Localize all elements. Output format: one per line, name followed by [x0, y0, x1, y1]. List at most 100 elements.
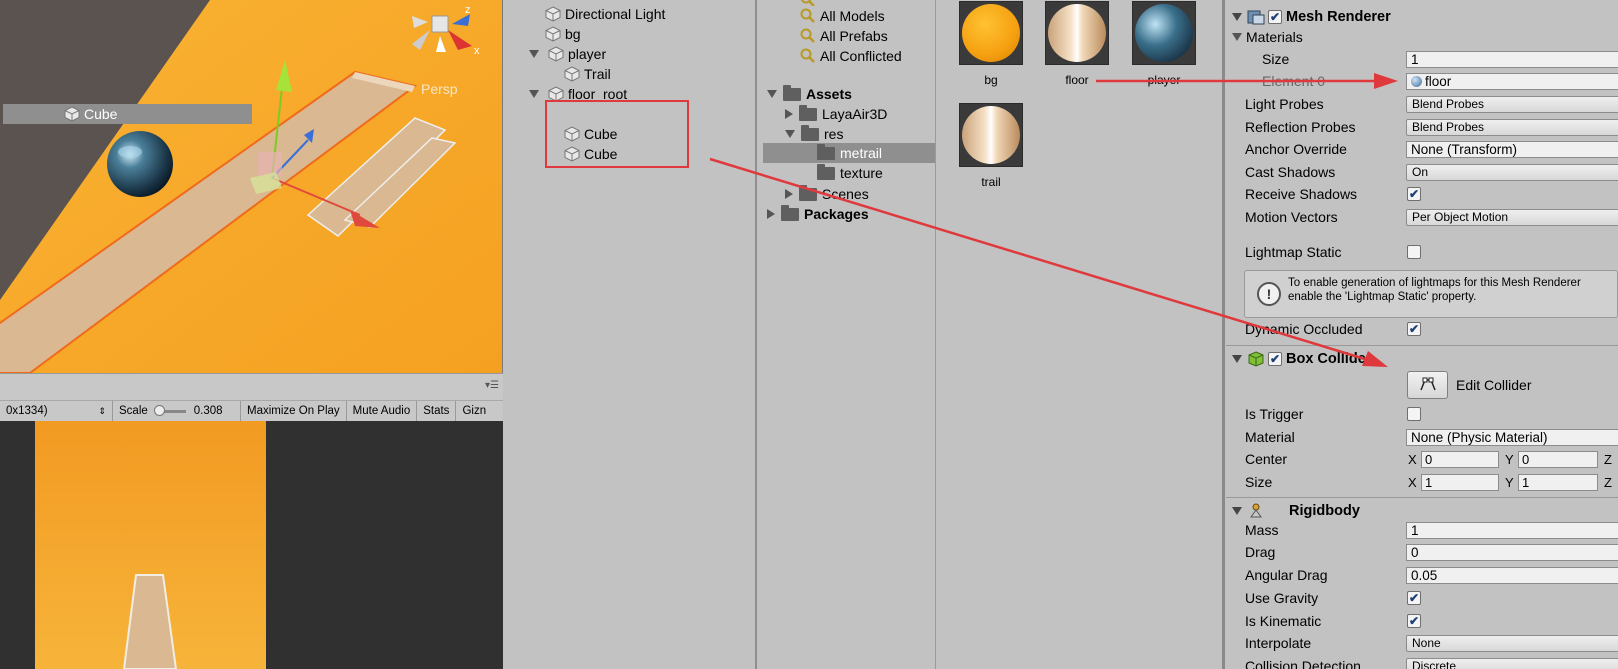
collision-detection-dropdown[interactable]: Discrete [1406, 657, 1618, 669]
edit-collider-label: Edit Collider [1456, 377, 1532, 393]
scale-slider-thumb[interactable] [153, 404, 165, 416]
asset-material-bg[interactable]: bg [958, 1, 1024, 87]
collapsed-arrow-icon[interactable] [785, 189, 793, 199]
scale-control[interactable]: Scale 0.308 [113, 400, 241, 422]
gameobject-icon [564, 66, 580, 82]
folder-icon [799, 104, 817, 121]
angular-drag-field[interactable]: 0.05 [1406, 566, 1618, 584]
element-0-value: floor [1425, 73, 1452, 89]
asset-material-floor[interactable]: floor [1044, 1, 1110, 87]
is-kinematic-checkbox[interactable]: ✔ [1407, 614, 1421, 628]
mesh-renderer-enabled-checkbox[interactable]: ✔ [1268, 10, 1282, 24]
motion-vectors-label: Motion Vectors [1245, 209, 1338, 225]
hierarchy-item-bg[interactable]: bg [545, 24, 581, 44]
hierarchy-item-directional-light[interactable]: Directional Light [545, 4, 665, 24]
expand-arrow-icon[interactable] [529, 90, 539, 98]
hierarchy-label: player [568, 46, 607, 62]
mass-row: Mass 1 [1226, 519, 1618, 541]
asset-label: bg [984, 73, 998, 87]
asset-label: trail [981, 175, 1001, 189]
mute-audio-toggle[interactable]: Mute Audio [347, 400, 418, 422]
angular-drag-row: Angular Drag 0.05 [1226, 564, 1618, 586]
scale-value: 0.308 [193, 405, 223, 417]
cast-shadows-dropdown[interactable]: On [1406, 163, 1618, 181]
favorite-label: All Models [820, 8, 885, 24]
folder-icon [783, 84, 801, 101]
persp-label[interactable]: Persp [421, 81, 458, 97]
hierarchy-item-trail[interactable]: Trail [564, 64, 611, 84]
interpolate-row: Interpolate None [1226, 632, 1618, 654]
materials-row[interactable]: Materials [1226, 26, 1618, 48]
scale-label: Scale [119, 405, 148, 417]
dynamic-occluded-checkbox[interactable]: ✔ [1407, 322, 1421, 336]
light-probes-dropdown[interactable]: Blend Probes [1406, 95, 1618, 113]
element-0-row: Element 0 floor [1226, 70, 1618, 92]
motion-vectors-dropdown[interactable]: Per Object Motion [1406, 208, 1618, 226]
scale-slider[interactable] [153, 404, 186, 416]
scene-canvas[interactable]: z x [0, 0, 503, 373]
is-trigger-checkbox[interactable] [1407, 407, 1421, 421]
favorite-all-prefabs[interactable]: All Prefabs [800, 26, 888, 46]
scene-view[interactable]: z x Persp [0, 0, 503, 373]
maximize-on-play-toggle[interactable]: Maximize On Play [241, 400, 347, 422]
anchor-override-field[interactable]: None (Transform) [1406, 140, 1618, 158]
inspector-panel[interactable]: ✔ Mesh Renderer Materials Size 1 Element… [1226, 0, 1618, 669]
box-collider-header[interactable]: ✔ Box Collider [1226, 345, 1618, 371]
expand-arrow-icon[interactable] [785, 130, 795, 138]
collapsed-arrow-icon[interactable] [785, 109, 793, 119]
center-y-field[interactable]: 0 [1518, 450, 1598, 468]
gizmo-z-label: z [465, 4, 471, 16]
panel-menu-icon[interactable]: ▾☰ [485, 380, 499, 391]
asset-material-player[interactable]: player [1131, 1, 1197, 87]
help-text-line1: To enable generation of lightmaps for th… [1288, 277, 1581, 289]
materials-size-field[interactable]: 1 [1406, 50, 1618, 68]
foldout-arrow-icon[interactable] [1232, 354, 1242, 363]
stats-toggle[interactable]: Stats [417, 400, 457, 422]
folder-scenes[interactable]: Scenes [785, 184, 869, 204]
expand-arrow-icon[interactable] [767, 90, 777, 98]
folder-res[interactable]: res [785, 124, 843, 144]
resolution-dropdown[interactable]: 0x1334) ⇕ [0, 400, 113, 422]
edit-collider-button[interactable] [1407, 371, 1448, 399]
folder-layaair3d[interactable]: LayaAir3D [785, 104, 887, 124]
collapsed-arrow-icon[interactable] [767, 209, 775, 219]
foldout-arrow-icon[interactable] [1232, 506, 1242, 515]
lightmap-static-checkbox[interactable] [1407, 245, 1421, 259]
foldout-arrow-icon[interactable] [1232, 13, 1242, 21]
use-gravity-checkbox[interactable]: ✔ [1407, 591, 1421, 605]
favorite-all-conflicted[interactable]: All Conflicted [800, 46, 902, 66]
box-collider-enabled-checkbox[interactable]: ✔ [1268, 351, 1282, 366]
size-y-field[interactable]: 1 [1518, 473, 1598, 491]
folder-packages[interactable]: Packages [767, 204, 869, 224]
material-icon [1411, 75, 1422, 87]
light-probes-label: Light Probes [1245, 96, 1324, 112]
y-label: Y [1505, 451, 1514, 467]
asset-material-trail[interactable]: trail [958, 103, 1024, 189]
expand-arrow-icon[interactable] [529, 50, 539, 58]
folder-icon [817, 163, 835, 180]
asset-grid-panel[interactable] [937, 0, 1225, 669]
is-trigger-row: Is Trigger [1226, 403, 1618, 425]
favorite-all-models[interactable]: All Models [800, 6, 885, 26]
help-text-line2: enable the 'Lightmap Static' property. [1288, 291, 1477, 303]
reflection-probes-dropdown[interactable]: Blend Probes [1406, 118, 1618, 136]
drag-field[interactable]: 0 [1406, 543, 1618, 561]
game-view[interactable] [0, 421, 503, 669]
receive-shadows-checkbox[interactable]: ✔ [1407, 187, 1421, 201]
interpolate-dropdown[interactable]: None [1406, 634, 1618, 652]
size-x-field[interactable]: 1 [1421, 473, 1499, 491]
folder-texture[interactable]: texture [817, 163, 883, 183]
foldout-arrow-icon[interactable] [1232, 33, 1242, 41]
folder-icon [817, 143, 835, 160]
hierarchy-item-cube-selected[interactable]: Cube [3, 104, 252, 124]
element-0-field[interactable]: floor [1406, 72, 1618, 90]
rigidbody-icon [1247, 503, 1265, 519]
center-x-field[interactable]: 0 [1421, 450, 1499, 468]
hierarchy-item-player[interactable]: player [529, 44, 606, 64]
mass-field[interactable]: 1 [1406, 521, 1618, 539]
drag-row: Drag 0 [1226, 541, 1618, 563]
collider-material-field[interactable]: None (Physic Material) [1406, 428, 1618, 446]
folder-metrail[interactable]: metrail [763, 143, 935, 163]
folder-assets[interactable]: Assets [767, 84, 852, 104]
gizmos-dropdown[interactable]: Gizn [456, 401, 492, 422]
